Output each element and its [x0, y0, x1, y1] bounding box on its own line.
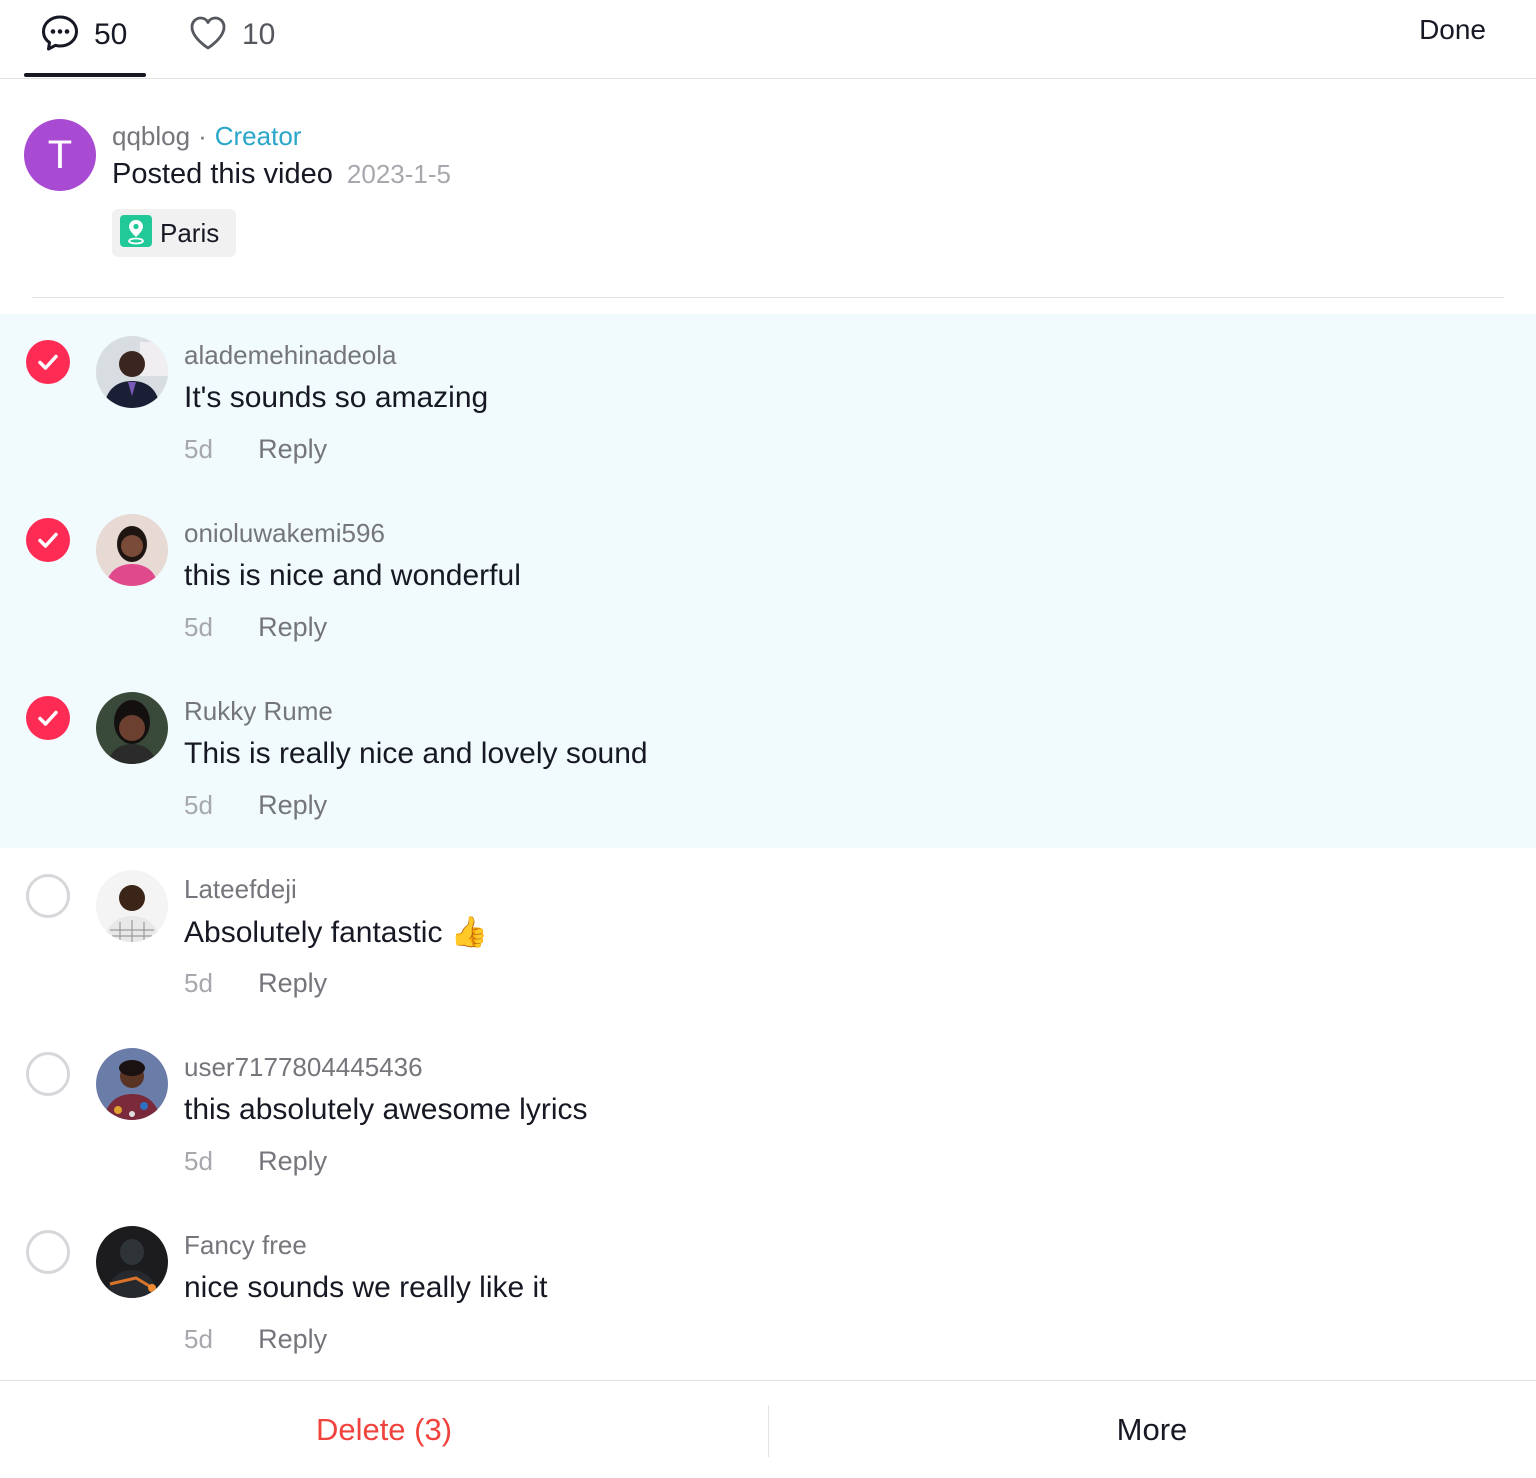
comment-meta: 5d Reply: [184, 790, 327, 821]
comment-time: 5d: [184, 790, 213, 820]
comment-text: nice sounds we really like it: [184, 1271, 548, 1304]
selected-checkbox[interactable]: [26, 518, 70, 562]
comment-meta: 5d Reply: [184, 1146, 327, 1177]
comment-time: 5d: [184, 1324, 213, 1354]
reply-button[interactable]: Reply: [258, 434, 327, 464]
comment-username[interactable]: onioluwakemi596: [184, 518, 385, 549]
selected-checkbox[interactable]: [26, 340, 70, 384]
comment-meta: 5d Reply: [184, 968, 327, 999]
comment-time: 5d: [184, 434, 213, 464]
comment-username[interactable]: alademehinadeola: [184, 340, 397, 371]
comment-username[interactable]: Rukky Rume: [184, 696, 333, 727]
comments-count: 50: [94, 18, 128, 51]
delete-button[interactable]: Delete (3): [0, 1381, 768, 1478]
active-tab-indicator: [24, 73, 146, 77]
comment-meta: 5d Reply: [184, 612, 327, 643]
done-button[interactable]: Done: [1419, 14, 1486, 46]
bottom-action-bar: Delete (3) More: [0, 1380, 1536, 1478]
comment-management-panel: 50 10 Done T qqblog · Creator Posted this …: [0, 0, 1536, 1478]
comment-text: this absolutely awesome lyrics: [184, 1093, 588, 1126]
comment-item: onioluwakemi596 this is nice and wonderf…: [0, 492, 1536, 670]
unselected-checkbox[interactable]: [26, 1052, 70, 1096]
reply-button[interactable]: Reply: [258, 790, 327, 820]
likes-count: 10: [242, 18, 276, 51]
comment-item: Rukky Rume This is really nice and lovel…: [0, 670, 1536, 848]
avatar[interactable]: [96, 692, 168, 764]
creator-avatar[interactable]: T: [24, 119, 96, 191]
selected-checkbox[interactable]: [26, 696, 70, 740]
creator-badge: Creator: [214, 121, 302, 151]
checkmark-icon: [38, 710, 58, 726]
avatar[interactable]: [96, 1226, 168, 1298]
tab-comments[interactable]: 50: [40, 10, 127, 60]
comment-item: alademehinadeola It's sounds so amazing …: [0, 314, 1536, 492]
comment-item: user7177804445436 this absolutely awesom…: [0, 1026, 1536, 1204]
divider: [32, 297, 1504, 298]
avatar[interactable]: [96, 514, 168, 586]
reply-button[interactable]: Reply: [258, 1146, 327, 1176]
location-chip[interactable]: Paris: [112, 209, 236, 257]
checkmark-icon: [38, 532, 58, 548]
unselected-checkbox[interactable]: [26, 874, 70, 918]
checkmark-icon: [38, 354, 58, 370]
posted-row: Posted this video 2023-1-5: [112, 158, 451, 191]
comment-item: Lateefdeji Absolutely fantastic 👍 5d Rep…: [0, 848, 1536, 1026]
separator-dot: ·: [198, 121, 207, 151]
post-date: 2023-1-5: [346, 159, 451, 189]
unselected-checkbox[interactable]: [26, 1230, 70, 1274]
comment-meta: 5d Reply: [184, 1324, 327, 1355]
avatar[interactable]: [96, 1048, 168, 1120]
heart-icon: [188, 13, 228, 58]
comment-item: Fancy free nice sounds we really like it…: [0, 1204, 1536, 1382]
map-pin-icon: [120, 214, 152, 252]
posted-text: Posted this video: [112, 158, 333, 190]
comment-time: 5d: [184, 1146, 213, 1176]
avatar[interactable]: [96, 336, 168, 408]
tab-likes[interactable]: 10: [188, 10, 275, 60]
comment-bubble-icon: [40, 13, 80, 58]
creator-username[interactable]: qqblog: [112, 121, 190, 151]
creator-name-row: qqblog · Creator: [112, 121, 301, 152]
comment-text: This is really nice and lovely sound: [184, 737, 648, 770]
comment-username[interactable]: user7177804445436: [184, 1052, 423, 1083]
reply-button[interactable]: Reply: [258, 1324, 327, 1354]
top-tab-bar: 50 10 Done: [0, 0, 1536, 79]
more-button[interactable]: More: [768, 1381, 1536, 1478]
comment-username[interactable]: Lateefdeji: [184, 874, 297, 905]
reply-button[interactable]: Reply: [258, 612, 327, 642]
comment-time: 5d: [184, 612, 213, 642]
comment-text: this is nice and wonderful: [184, 559, 521, 592]
location-label: Paris: [160, 217, 220, 248]
comment-time: 5d: [184, 968, 213, 998]
avatar[interactable]: [96, 870, 168, 942]
reply-button[interactable]: Reply: [258, 968, 327, 998]
comment-meta: 5d Reply: [184, 434, 327, 465]
comment-username[interactable]: Fancy free: [184, 1230, 307, 1261]
comment-text: Absolutely fantastic 👍: [184, 916, 489, 949]
comment-text: It's sounds so amazing: [184, 381, 489, 414]
